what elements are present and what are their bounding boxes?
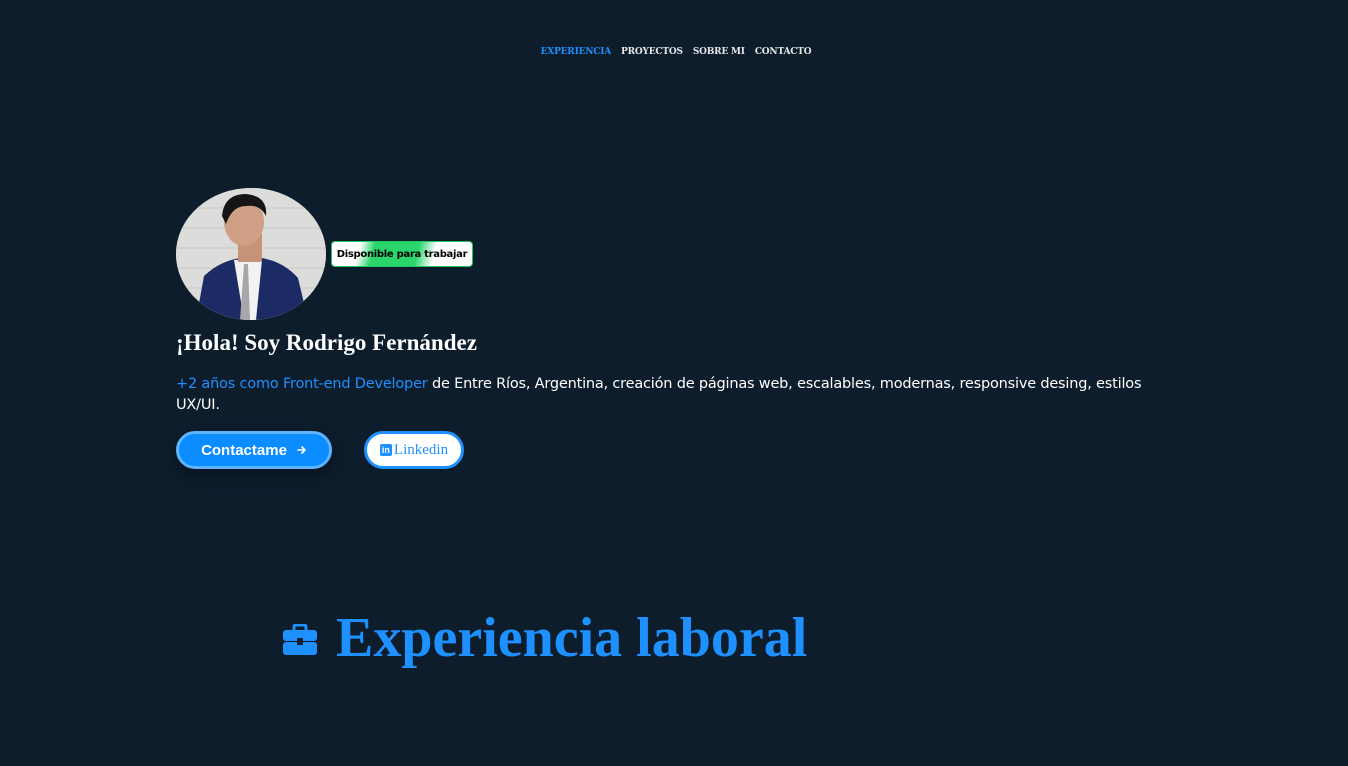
- nav-item-proyectos[interactable]: PROYECTOS: [621, 47, 683, 57]
- experience-section-title: Experiencia laboral: [282, 606, 807, 670]
- top-nav: EXPERIENCIA PROYECTOS SOBRE MI CONTACTO: [0, 47, 1348, 57]
- contact-button-label: Contactame: [201, 441, 287, 459]
- experience-highlight: +2 años como Front-end Developer: [176, 376, 428, 392]
- experience-title-text: Experiencia laboral: [336, 607, 808, 669]
- contact-button[interactable]: Contactame: [176, 431, 332, 469]
- nav-item-sobre-mi[interactable]: SOBRE MI: [693, 47, 745, 57]
- hero-description: +2 años como Front-end Developer de Entr…: [176, 374, 1146, 416]
- nav-item-contacto[interactable]: CONTACTO: [755, 47, 812, 57]
- arrow-right-icon: [297, 442, 307, 458]
- nav-item-experiencia[interactable]: EXPERIENCIA: [541, 47, 612, 57]
- hero-greeting: ¡Hola! Soy Rodrigo Fernández: [176, 330, 477, 355]
- linkedin-button[interactable]: in Linkedin: [364, 431, 464, 469]
- briefcase-icon: [282, 606, 318, 670]
- availability-badge: Disponible para trabajar: [331, 241, 473, 267]
- linkedin-button-label: Linkedin: [393, 441, 449, 458]
- profile-photo: [176, 188, 326, 320]
- linkedin-icon: in: [379, 444, 392, 456]
